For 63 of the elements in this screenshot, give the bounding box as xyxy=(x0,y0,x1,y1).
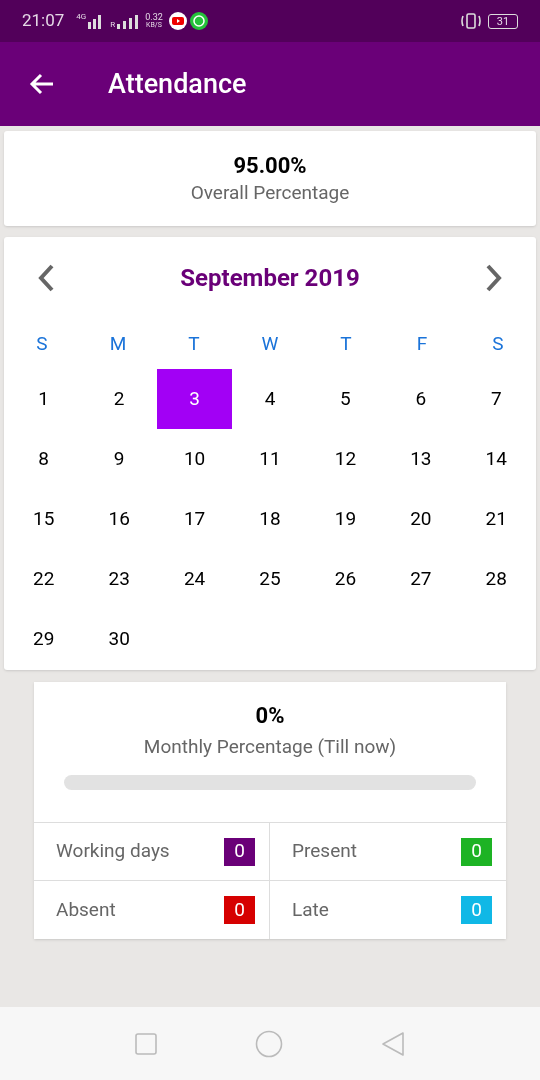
calendar-day[interactable]: 15 xyxy=(6,489,82,549)
calendar-day[interactable]: 22 xyxy=(6,549,82,609)
status-time: 21:07 xyxy=(22,9,65,33)
roaming-label: R xyxy=(110,21,116,29)
calendar-day[interactable]: 24 xyxy=(156,549,233,609)
stat-label: Working days xyxy=(56,838,170,865)
calendar-day[interactable]: 26 xyxy=(307,549,384,609)
network-type: 4G xyxy=(76,13,87,21)
calendar-day[interactable]: 9 xyxy=(81,429,157,489)
weekday-label: T xyxy=(340,330,352,357)
stat-label: Present xyxy=(292,838,357,865)
stat-count: 0 xyxy=(224,896,255,924)
calendar-day[interactable]: 25 xyxy=(232,549,308,609)
calendar-day[interactable]: 19 xyxy=(307,489,384,549)
calendar-day[interactable]: 1 xyxy=(6,369,82,429)
next-month-icon[interactable] xyxy=(484,263,504,293)
weekday-label: S xyxy=(36,330,48,357)
calendar-day[interactable]: 5 xyxy=(307,369,384,429)
calendar-day[interactable]: 8 xyxy=(6,429,82,489)
calendar-day[interactable]: 23 xyxy=(81,549,157,609)
chat-app-icon xyxy=(189,12,208,30)
overall-label: Overall Percentage xyxy=(190,181,350,206)
signal-icon xyxy=(117,15,140,29)
month-title: September 2019 xyxy=(180,263,360,294)
stat-count: 0 xyxy=(461,837,492,866)
calendar-day[interactable]: 20 xyxy=(383,489,459,549)
weekday-label: T xyxy=(188,330,200,357)
calendar-day[interactable]: 13 xyxy=(383,429,459,489)
overall-percentage: 95.00% xyxy=(233,151,307,180)
stat-count: 0 xyxy=(224,837,255,866)
calendar-day[interactable]: 18 xyxy=(232,489,308,549)
vibrate-icon xyxy=(460,12,482,30)
calendar-day[interactable]: 3 xyxy=(156,369,233,429)
screen-title: Attendance xyxy=(108,66,247,102)
battery-icon: 31 xyxy=(488,13,518,29)
calendar-day[interactable]: 6 xyxy=(383,369,459,429)
calendar-day[interactable]: 16 xyxy=(81,489,157,549)
network-speed: 0.32 xyxy=(145,13,163,22)
calendar-day[interactable]: 29 xyxy=(6,609,82,669)
calendar-day[interactable]: 7 xyxy=(458,369,534,429)
monthly-label: Monthly Percentage (Till now) xyxy=(143,734,397,759)
calendar-day[interactable]: 4 xyxy=(232,369,308,429)
weekday-label: W xyxy=(261,330,279,357)
calendar-day[interactable]: 2 xyxy=(81,369,157,429)
calendar-day[interactable]: 28 xyxy=(458,549,534,609)
weekday-label: M xyxy=(109,330,127,357)
weekday-label: S xyxy=(492,330,504,357)
calendar-day[interactable]: 12 xyxy=(307,429,384,489)
calendar-day[interactable]: 17 xyxy=(156,489,233,549)
calendar-day[interactable]: 27 xyxy=(383,549,459,609)
stat-count: 0 xyxy=(461,896,492,924)
previous-month-icon[interactable] xyxy=(36,263,56,293)
weekday-label: F xyxy=(416,330,428,357)
back-arrow-icon[interactable] xyxy=(29,72,55,96)
calendar-day[interactable]: 11 xyxy=(232,429,308,489)
stat-label: Absent xyxy=(56,896,116,923)
calendar-day[interactable]: 21 xyxy=(458,489,534,549)
monthly-percentage: 0% xyxy=(255,702,285,730)
stat-label: Late xyxy=(292,896,329,923)
calendar-day[interactable]: 10 xyxy=(156,429,233,489)
calendar-day[interactable]: 14 xyxy=(458,429,534,489)
video-app-icon xyxy=(168,12,187,30)
calendar-day[interactable]: 30 xyxy=(81,609,157,669)
